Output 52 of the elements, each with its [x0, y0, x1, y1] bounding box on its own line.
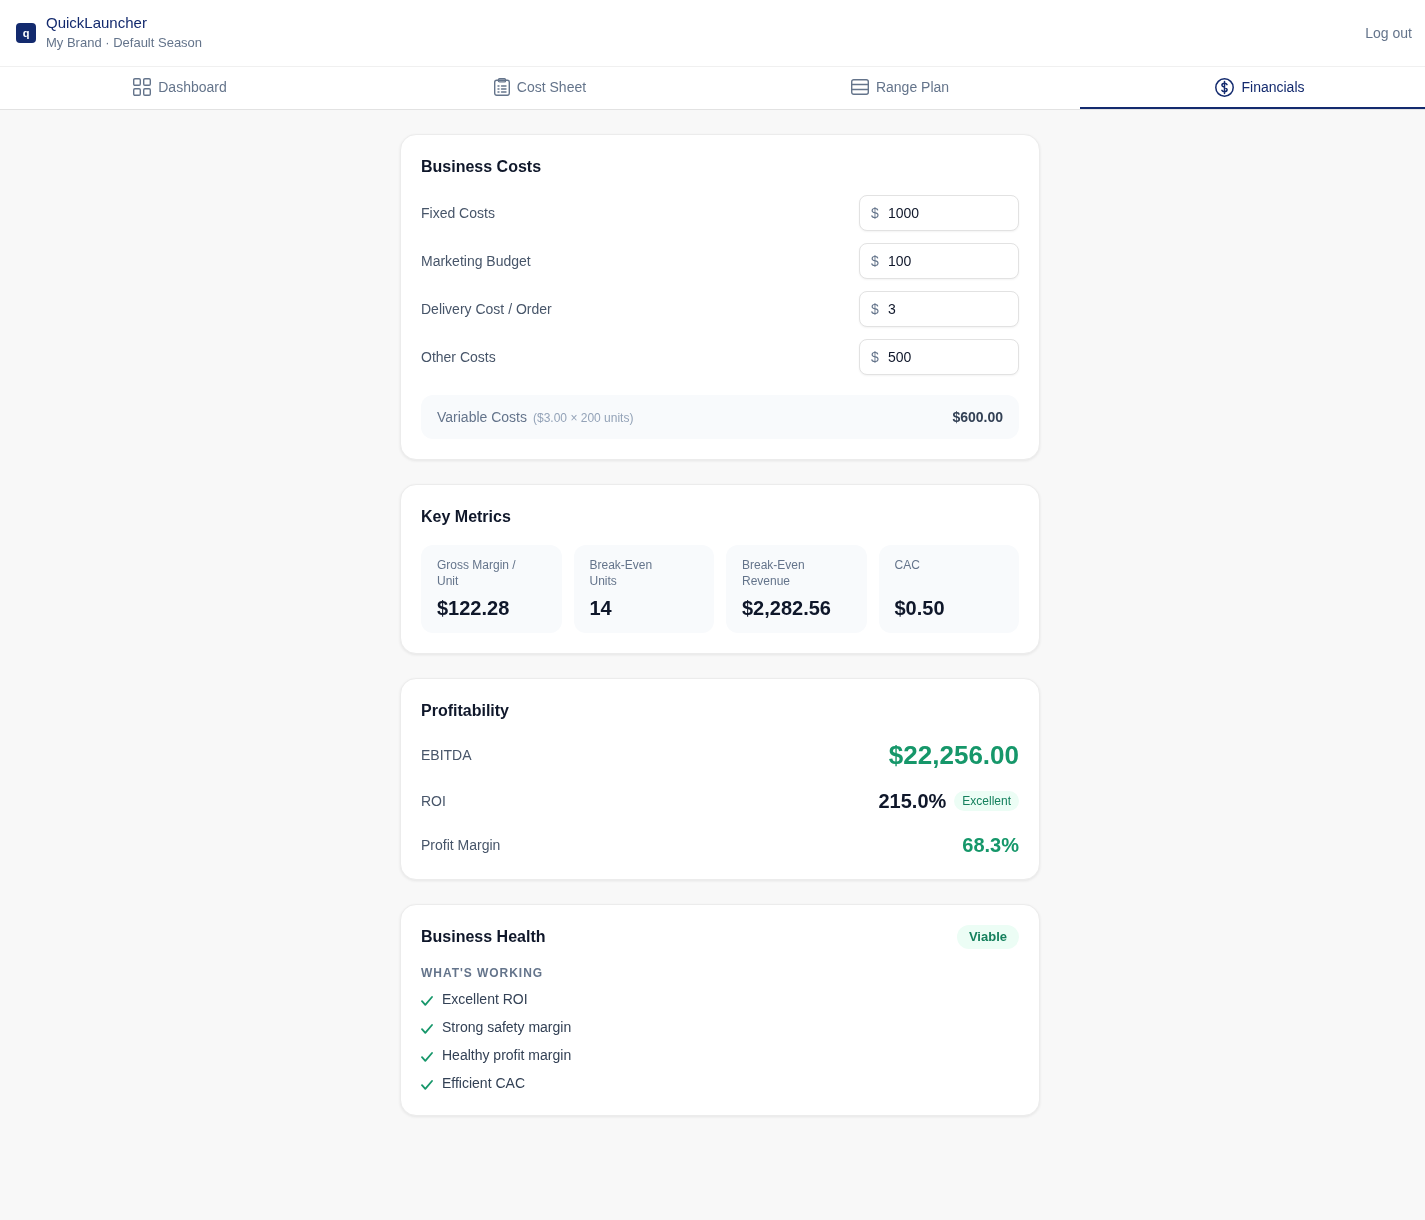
check-icon	[421, 995, 433, 1006]
check-icon	[421, 1051, 433, 1062]
summary-value: $600.00	[952, 408, 1003, 427]
metric-label: Gross Margin / Unit	[437, 557, 517, 589]
check-item-text: Efficient CAC	[442, 1074, 525, 1093]
check-item-text: Excellent ROI	[442, 990, 528, 1009]
metric-label: EBITDA	[421, 746, 472, 765]
metric-label: Profit Margin	[421, 836, 501, 855]
brand-season-subtitle: My Brand · Default Season	[46, 34, 203, 52]
clipboard-icon	[493, 78, 510, 96]
app-logo: q	[16, 23, 36, 43]
metric-value: $22,256.00	[888, 739, 1019, 772]
nav-tab[interactable]: Cost Sheet	[360, 67, 720, 109]
card-title: Profitability	[421, 701, 510, 721]
currency-symbol: $	[871, 300, 879, 318]
check-item-text: Healthy profit margin	[442, 1046, 572, 1065]
section-heading: WHAT'S WORKING	[421, 965, 545, 981]
metric-value: $122.28	[437, 596, 510, 621]
card-title: Business Costs	[421, 157, 543, 177]
metric-label: Break-Even Units	[589, 557, 654, 589]
field-label: Other Costs	[421, 348, 496, 367]
grid-icon	[133, 78, 152, 96]
metric-label: Break-Even Revenue	[742, 557, 806, 589]
logout-link[interactable]: Log out	[1365, 23, 1412, 43]
card-title: Key Metrics	[421, 507, 512, 527]
nav-tab[interactable]: Financials	[1080, 67, 1425, 109]
metric-value: $2,282.56	[742, 596, 831, 621]
field-label: Marketing Budget	[421, 252, 531, 271]
metric-value: 215.0%	[878, 789, 947, 814]
summary-label: Variable Costs	[437, 408, 527, 427]
currency-symbol: $	[871, 348, 879, 366]
currency-symbol: $	[871, 252, 879, 270]
nav-tab[interactable]: Range Plan	[720, 67, 1080, 109]
table-icon	[850, 79, 869, 95]
rating-badge: Excellent	[954, 791, 1019, 811]
metric-value: 68.3%	[962, 833, 1019, 858]
nav-tab[interactable]: Dashboard	[0, 67, 360, 109]
metric-value: $0.50	[894, 596, 945, 621]
status-badge: Viable	[956, 925, 1019, 949]
check-icon	[421, 1079, 433, 1090]
app-name: QuickLauncher	[46, 13, 148, 33]
currency-symbol: $	[871, 204, 879, 222]
check-icon	[421, 1023, 433, 1034]
dollar-circle-icon	[1215, 77, 1235, 97]
metric-label: ROI	[421, 792, 446, 811]
metric-label: CAC	[894, 557, 921, 574]
field-label: Delivery Cost / Order	[421, 300, 552, 319]
metric-value: 14	[589, 596, 612, 621]
card-title: Business Health	[421, 927, 546, 947]
field-label: Fixed Costs	[421, 204, 495, 223]
summary-detail: ($3.00 × 200 units)	[533, 410, 634, 426]
check-item-text: Strong safety margin	[442, 1018, 572, 1037]
